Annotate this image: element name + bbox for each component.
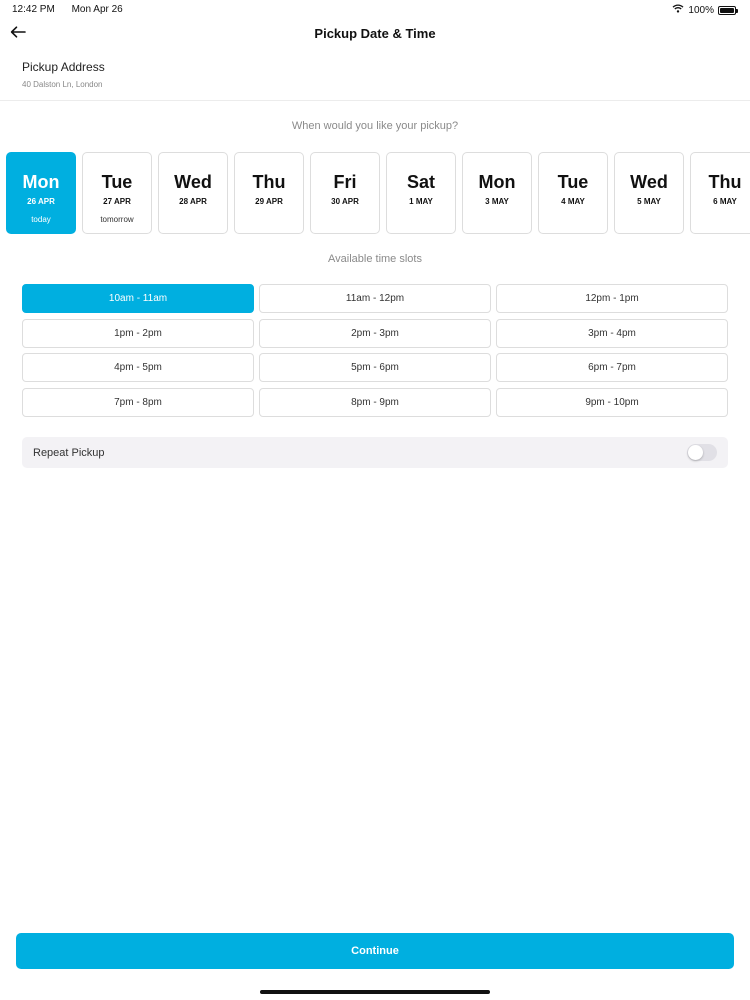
home-indicator: [260, 990, 490, 994]
date-date: 27 APR: [103, 197, 131, 206]
date-date: 30 APR: [331, 197, 359, 206]
time-slot-button[interactable]: 9pm - 10pm: [496, 387, 728, 417]
date-card[interactable]: Tue 27 APR tomorrow: [82, 152, 152, 234]
status-right: 100%: [672, 4, 738, 16]
date-card[interactable]: Thu 6 MAY: [690, 152, 750, 234]
pickup-address-value: 40 Dalston Ln, London: [22, 80, 103, 89]
time-slot-button[interactable]: 7pm - 8pm: [22, 387, 254, 417]
date-day: Mon: [22, 172, 60, 192]
date-card[interactable]: Sat 1 MAY: [386, 152, 456, 234]
date-day: Thu: [708, 172, 742, 192]
pickup-address: Pickup Address 40 Dalston Ln, London: [22, 60, 105, 89]
date-day: Mon: [478, 172, 516, 192]
date-date: 5 MAY: [637, 197, 661, 206]
date-date: 6 MAY: [713, 197, 737, 206]
date-note: tomorrow: [100, 215, 134, 224]
repeat-pickup-row: Repeat Pickup: [22, 437, 728, 468]
date-date: 4 MAY: [561, 197, 585, 206]
date-date: 1 MAY: [409, 197, 433, 206]
divider: [0, 100, 750, 101]
status-time: 12:42 PM: [12, 4, 55, 15]
status-date: Mon Apr 26: [71, 4, 123, 15]
date-card[interactable]: Wed 5 MAY: [614, 152, 684, 234]
battery-percent: 100%: [688, 4, 714, 16]
time-slot-button[interactable]: 4pm - 5pm: [22, 353, 254, 382]
date-day: Tue: [101, 172, 133, 192]
repeat-pickup-label: Repeat Pickup: [33, 447, 105, 459]
time-slot-button[interactable]: 12pm - 1pm: [496, 284, 728, 313]
date-picker-strip[interactable]: Mon 26 APR today Tue 27 APR tomorrow Wed 28 APR…: [6, 152, 750, 234]
date-day: Thu: [252, 172, 286, 192]
date-date: 29 APR: [255, 197, 283, 206]
date-card[interactable]: Wed 28 APR: [158, 152, 228, 234]
time-slot-button[interactable]: 5pm - 6pm: [259, 353, 491, 382]
date-day: Wed: [174, 172, 212, 192]
date-date: 3 MAY: [485, 197, 509, 206]
date-card[interactable]: Mon 26 APR today: [6, 152, 76, 234]
time-slot-button[interactable]: 8pm - 9pm: [259, 387, 491, 417]
page-title: Pickup Date & Time: [314, 26, 436, 41]
time-slot-button[interactable]: 10am - 11am: [22, 284, 254, 313]
time-slot-button[interactable]: 3pm - 4pm: [496, 318, 728, 348]
date-date: 26 APR: [27, 197, 55, 206]
pickup-address-label: Pickup Address: [22, 60, 105, 74]
date-card[interactable]: Thu 29 APR: [234, 152, 304, 234]
nav-bar: Pickup Date & Time: [0, 22, 750, 46]
time-slots-title: Available time slots: [328, 253, 422, 265]
date-note: today: [31, 215, 51, 224]
date-day: Wed: [630, 172, 668, 192]
date-card[interactable]: Fri 30 APR: [310, 152, 380, 234]
date-day: Fri: [333, 172, 357, 192]
date-date: 28 APR: [179, 197, 207, 206]
time-slot-button[interactable]: 1pm - 2pm: [22, 318, 254, 348]
date-day: Tue: [557, 172, 589, 192]
toggle-knob: [688, 445, 703, 460]
repeat-pickup-toggle[interactable]: [687, 444, 717, 461]
date-prompt: When would you like your pickup?: [291, 120, 459, 132]
battery-icon: [718, 5, 738, 15]
time-slot-button[interactable]: 2pm - 3pm: [259, 318, 491, 348]
time-slot-button[interactable]: 6pm - 7pm: [496, 353, 728, 382]
wifi-icon: [672, 4, 684, 16]
date-day: Sat: [406, 172, 435, 192]
date-card[interactable]: Mon 3 MAY: [462, 152, 532, 234]
time-slot-button[interactable]: 11am - 12pm: [259, 284, 491, 313]
date-card[interactable]: Tue 4 MAY: [538, 152, 608, 234]
continue-button[interactable]: Continue: [16, 933, 734, 969]
status-bar: 12:42 PM Mon Apr 26 100%: [0, 0, 750, 18]
status-left: 12:42 PM Mon Apr 26: [12, 4, 137, 15]
